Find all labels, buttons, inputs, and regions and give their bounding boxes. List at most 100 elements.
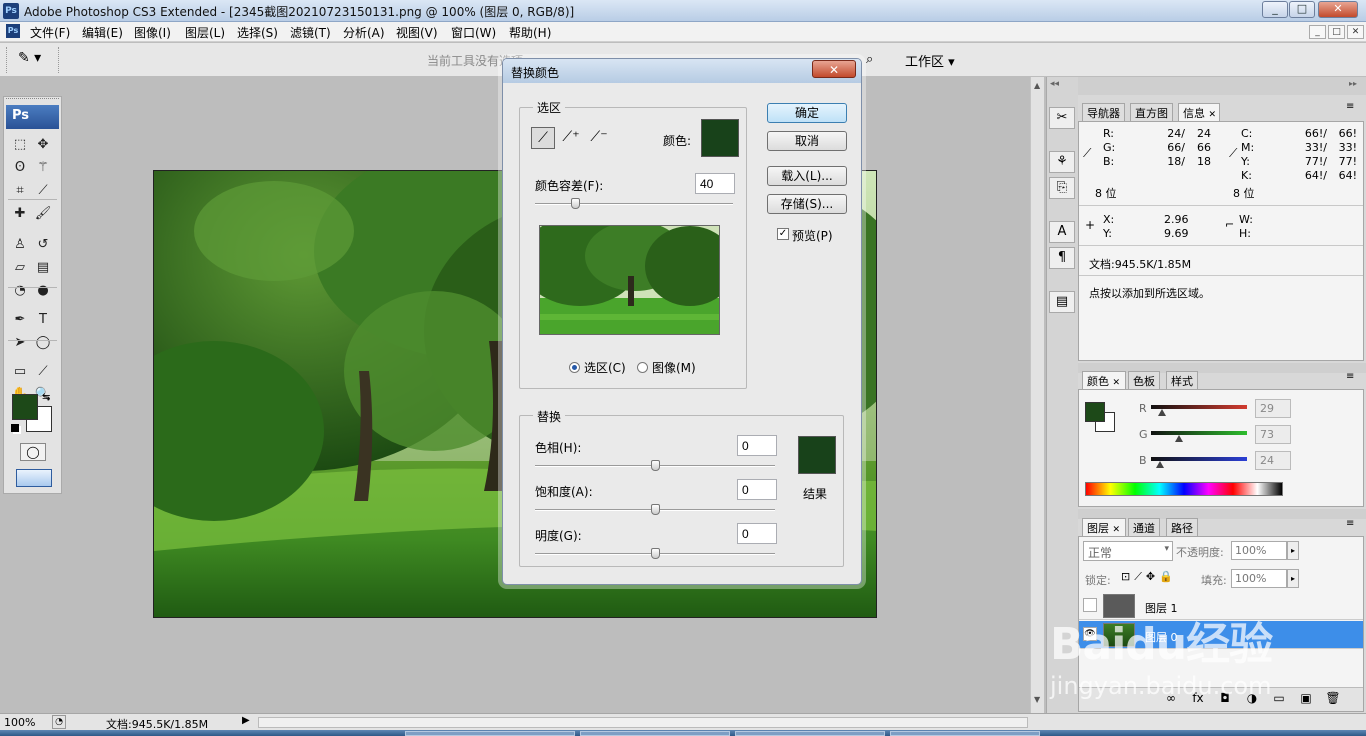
status-menu-icon[interactable]: ◔ [52, 715, 66, 729]
doc-close-button[interactable]: ✕ [1347, 25, 1364, 39]
dialog-close-button[interactable]: ✕ [812, 60, 856, 78]
quick-mask-icon[interactable]: ◯ [20, 443, 46, 461]
ok-button[interactable]: 确定 [767, 103, 847, 123]
menu-image[interactable]: 图像(I) [134, 24, 171, 41]
menu-layer[interactable]: 图层(L) [185, 24, 225, 41]
taskbar-item[interactable] [890, 731, 1040, 736]
hue-slider-thumb[interactable] [651, 460, 660, 471]
menu-edit[interactable]: 编辑(E) [82, 24, 123, 41]
close-window-button[interactable]: ✕ [1318, 1, 1358, 18]
maximize-button[interactable]: □ [1289, 1, 1315, 18]
scroll-up-icon[interactable]: ▲ [1034, 81, 1040, 90]
menu-help[interactable]: 帮助(H) [509, 24, 551, 41]
current-tool-icon[interactable]: ✎ ▾ [18, 50, 41, 66]
lightness-slider-thumb[interactable] [651, 548, 660, 559]
tools-panel-icon[interactable]: ✂ [1049, 107, 1075, 129]
saturation-input[interactable] [737, 479, 777, 500]
tab-histogram[interactable]: 直方图 [1130, 103, 1173, 121]
brushes-panel-icon[interactable]: ⚘ [1049, 151, 1075, 173]
tolerance-input[interactable] [695, 173, 735, 194]
clone-source-panel-icon[interactable]: ⎘ [1049, 177, 1075, 199]
menu-file[interactable]: 文件(F) [30, 24, 70, 41]
gradient-tool[interactable]: ▤ [33, 258, 53, 277]
healing-brush-tool[interactable]: ✚ [10, 204, 30, 223]
bridge-icon[interactable]: ⌕ [866, 52, 873, 67]
channel-slider-thumb[interactable] [1158, 409, 1166, 416]
tab-paths[interactable]: 路径 [1166, 518, 1198, 536]
layer-comps-panel-icon[interactable]: ▤ [1049, 291, 1075, 313]
channel-slider-track[interactable] [1151, 457, 1247, 461]
move-tool[interactable]: ✥ [33, 135, 53, 154]
magic-wand-tool[interactable]: ⚚ [33, 158, 53, 177]
color-spectrum-bar[interactable] [1085, 482, 1283, 496]
panel-menu-icon[interactable]: ≡ [1346, 371, 1354, 382]
channel-value-input[interactable]: 24 [1255, 451, 1291, 470]
lasso-tool[interactable]: ʘ [10, 158, 30, 177]
eyedropper-minus-icon[interactable]: ⟋⁻ [587, 127, 611, 149]
tab-close-icon[interactable]: ✕ [1113, 525, 1121, 535]
options-grip[interactable] [6, 47, 9, 73]
sample-color-swatch[interactable] [701, 119, 739, 157]
radio-image[interactable] [637, 362, 648, 373]
preview-checkbox[interactable]: ✓ [777, 228, 789, 240]
eyedropper-tool[interactable]: ⟋ [33, 362, 53, 381]
default-colors-icon[interactable] [11, 424, 19, 432]
channel-value-input[interactable]: 73 [1255, 425, 1291, 444]
blur-tool[interactable]: ◔ [10, 281, 30, 300]
doc-restore-button[interactable]: □ [1328, 25, 1345, 39]
cancel-button[interactable]: 取消 [767, 131, 847, 151]
layer-action-icon[interactable]: ▭ [1269, 691, 1289, 707]
opacity-input[interactable]: 100% [1231, 541, 1287, 560]
tab-info[interactable]: 信息 ✕ [1178, 103, 1220, 121]
dodge-tool[interactable]: ● [33, 281, 53, 300]
layer-action-icon[interactable]: 🗑 [1323, 691, 1343, 707]
blend-mode-select[interactable]: 正常 ▾ [1083, 541, 1173, 561]
marquee-tool[interactable]: ⬚ [10, 135, 30, 154]
tab-swatches[interactable]: 色板 [1128, 371, 1160, 389]
vertical-scrollbar[interactable]: ▲ ▼ [1030, 77, 1044, 713]
eraser-tool[interactable]: ▱ [10, 258, 30, 277]
menu-window[interactable]: 窗口(W) [451, 24, 496, 41]
fill-slider-toggle[interactable]: ▸ [1287, 569, 1299, 588]
eyedropper-icon[interactable]: ⟋ [531, 127, 555, 149]
lock-icons[interactable]: ⊡⟋✥🔒 [1121, 570, 1177, 584]
minimize-button[interactable]: _ [1262, 1, 1288, 18]
eyedropper-plus-icon[interactable]: ⟋⁺ [559, 127, 583, 149]
toolbox-grip[interactable] [6, 98, 59, 102]
brush-tool[interactable]: 🖌 [33, 204, 53, 223]
slice-tool[interactable]: ⟋ [33, 181, 53, 200]
ellipse-tool[interactable]: ◯ [33, 333, 53, 352]
workspace-menu[interactable]: 工作区 ▾ [905, 51, 955, 70]
doc-minimize-button[interactable]: _ [1309, 25, 1326, 39]
swap-colors-icon[interactable]: ⇆ [42, 392, 50, 403]
tab-channels[interactable]: 通道 [1128, 518, 1160, 536]
panel-expand-icon[interactable]: ▸▸ [1349, 79, 1357, 88]
color-fg-swatch[interactable] [1085, 402, 1105, 422]
tab-styles[interactable]: 样式 [1166, 371, 1198, 389]
pen-tool[interactable]: ✒ [10, 310, 30, 329]
hue-input[interactable] [737, 435, 777, 456]
menu-select[interactable]: 选择(S) [237, 24, 278, 41]
tolerance-slider-track[interactable] [535, 203, 733, 205]
menu-analysis[interactable]: 分析(A) [343, 24, 385, 41]
taskbar-item[interactable] [580, 731, 730, 736]
collapse-dock-icon[interactable]: ◂◂ [1050, 79, 1059, 89]
paragraph-panel-icon[interactable]: ¶ [1049, 247, 1075, 269]
horizontal-scrollbar[interactable] [258, 717, 1028, 728]
fill-input[interactable]: 100% [1231, 569, 1287, 588]
opacity-slider-toggle[interactable]: ▸ [1287, 541, 1299, 560]
load-button[interactable]: 载入(L)... [767, 166, 847, 186]
taskbar-item[interactable] [735, 731, 885, 736]
menu-filter[interactable]: 滤镜(T) [290, 24, 331, 41]
screen-mode-button[interactable] [16, 469, 52, 487]
tab-color[interactable]: 颜色 ✕ [1082, 371, 1126, 389]
scroll-down-icon[interactable]: ▼ [1034, 695, 1040, 704]
history-brush-tool[interactable]: ↺ [33, 235, 53, 254]
status-arrow-icon[interactable]: ▶ [242, 715, 250, 726]
tab-close-icon[interactable]: ✕ [1113, 378, 1121, 388]
tab-layers[interactable]: 图层 ✕ [1082, 518, 1126, 536]
radio-selection[interactable] [569, 362, 580, 373]
foreground-color-swatch[interactable] [12, 394, 38, 420]
zoom-level[interactable]: 100% [4, 716, 35, 729]
channel-slider-thumb[interactable] [1175, 435, 1183, 442]
